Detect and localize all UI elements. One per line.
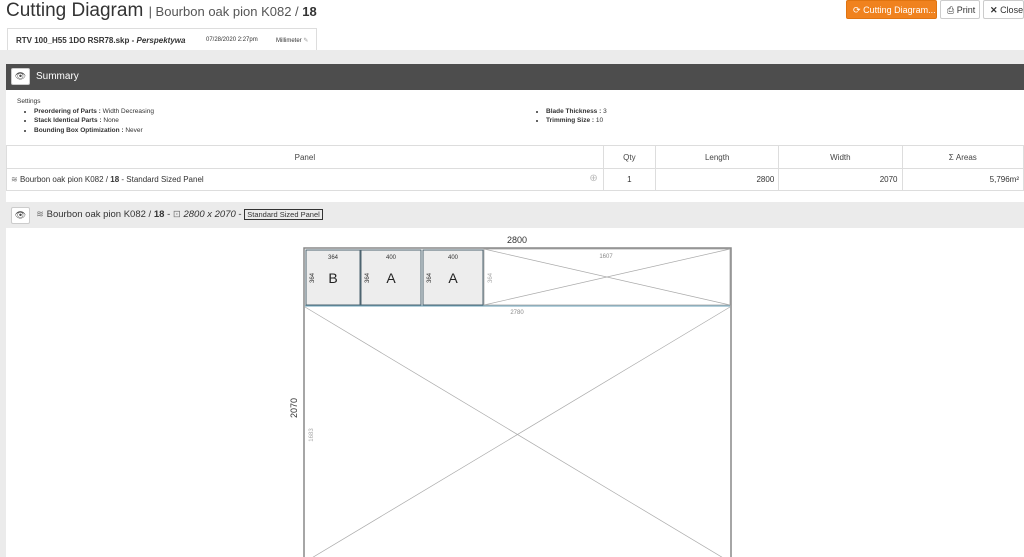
layers-icon: ≋: [11, 175, 18, 184]
col-areas: Σ Areas: [901, 145, 1024, 169]
cutting-diagram-svg: 2800 2070 1607 364 2780 1683 364 364 B 4…: [289, 235, 732, 557]
title-thickness: 18: [302, 4, 317, 19]
close-button[interactable]: ✕ Close: [983, 0, 1024, 19]
part-width: 364: [310, 272, 316, 283]
settings-title: Settings: [17, 98, 41, 105]
part-length: 364: [328, 255, 339, 261]
toggle-summary-button[interactable]: 👁: [11, 68, 30, 85]
title-material-text: | Bourbon oak pion K082 /: [148, 4, 299, 19]
setting-item: Blade Thickness : 3: [546, 107, 607, 116]
row-thickness: 18: [110, 175, 120, 184]
diagram-thickness: 18: [153, 209, 165, 220]
print-icon: ⎙: [947, 5, 955, 15]
setting-label: Preordering of Parts :: [34, 108, 101, 115]
table-row[interactable]: ≋ Bourbon oak pion K082 / 18 - Standard …: [6, 168, 1024, 191]
row-suffix: - Standard Sized Panel: [121, 175, 204, 184]
panel-length-label: 2800: [507, 235, 527, 245]
refresh-icon: ⟳: [853, 5, 861, 15]
tab-model[interactable]: RTV 100_H55 1DO RSR78.skp - Perspektywa …: [7, 28, 317, 51]
cell-qty: 1: [602, 168, 657, 191]
tab-filename: RTV 100_H55 1DO RSR78.skp - Perspektywa: [16, 36, 185, 45]
setting-item: Bounding Box Optimization : Never: [34, 126, 154, 135]
part-label: B: [328, 270, 337, 286]
setting-value: Never: [125, 126, 143, 134]
tab-scene: Perspektywa: [136, 36, 186, 45]
toggle-diagram-button[interactable]: 👁: [11, 207, 30, 224]
tab-unit-text: Millimeter: [276, 38, 302, 44]
plus-circle-icon[interactable]: ⊕: [589, 173, 597, 184]
summary-title: Summary: [36, 71, 79, 82]
part-label: A: [448, 270, 458, 286]
col-width: Width: [778, 145, 903, 169]
diagram-area: 2800 2070 1607 364 2780 1683 364 364 B 4…: [6, 228, 1024, 557]
offcut-top-length: 1607: [599, 254, 613, 260]
diagram-separator: -: [238, 209, 242, 220]
close-icon: ✕: [990, 5, 998, 15]
diagram-header: 👁 ≋ Bourbon oak pion K082 / 18 - ⊡ 2800 …: [6, 203, 1024, 228]
part-b[interactable]: 364 364 B: [305, 249, 361, 306]
part-a[interactable]: 400 364 A: [360, 249, 422, 306]
setting-item: Preordering of Parts : Width Decreasing: [34, 107, 154, 116]
tab-date: 07/28/2020 2:27pm: [206, 37, 258, 43]
col-panel: Panel: [6, 145, 604, 169]
panel-size-icon: ⊡: [172, 209, 181, 220]
setting-value: 10: [595, 117, 604, 125]
col-length: Length: [655, 145, 780, 169]
strip-length-label: 2780: [510, 310, 524, 316]
diagram-material: Bourbon oak pion K082 /: [46, 209, 152, 220]
setting-label: Trimming Size :: [546, 117, 595, 125]
part-width: 364: [365, 272, 371, 283]
part-length: 400: [386, 255, 397, 261]
setting-value: 3: [603, 108, 607, 115]
tab-strip: RTV 100_H55 1DO RSR78.skp - Perspektywa …: [0, 28, 1024, 51]
offcut-big-width: 1683: [309, 428, 315, 442]
table-header-row: Panel Qty Length Width Σ Areas: [6, 145, 1024, 169]
setting-item: Trimming Size : 10: [546, 116, 607, 125]
setting-label: Bounding Box Optimization :: [34, 126, 124, 134]
setting-label: Blade Thickness :: [546, 108, 602, 115]
eye-slash-icon: 👁: [14, 210, 27, 220]
cell-length: 2800: [655, 168, 780, 191]
summary-table: Panel Qty Length Width Σ Areas ≋ Bourbon…: [6, 145, 1024, 191]
page-title: Cutting Diagram | Bourbon oak pion K082 …: [6, 0, 317, 22]
top-bar: Cutting Diagram | Bourbon oak pion K082 …: [0, 0, 1024, 22]
title-text: Cutting Diagram: [6, 0, 144, 21]
eye-slash-icon: 👁: [14, 71, 27, 81]
offcut-top-width: 364: [488, 272, 494, 283]
part-a[interactable]: 400 364 A: [422, 249, 484, 306]
cell-width: 2070: [778, 168, 903, 191]
setting-value: None: [103, 117, 119, 125]
row-material: Bourbon oak pion K082 /: [19, 175, 109, 184]
part-width: 364: [427, 272, 433, 283]
diagram-size: 2800 x 2070: [183, 209, 236, 220]
col-qty: Qty: [602, 145, 657, 169]
diagram-separator: -: [167, 209, 171, 220]
settings-right-list: Blade Thickness : 3 Trimming Size : 10: [528, 107, 607, 126]
summary-header: 👁 Summary: [6, 64, 1024, 90]
diagram-title: ≋ Bourbon oak pion K082 / 18 - ⊡ 2800 x …: [36, 209, 323, 220]
cutting-diagram-button[interactable]: ⟳ Cutting Diagram...: [846, 0, 937, 19]
setting-value: Width Decreasing: [102, 108, 154, 115]
print-label: Print: [956, 5, 976, 15]
summary-body: Settings Preordering of Parts : Width De…: [6, 90, 1024, 202]
part-label: A: [386, 270, 396, 286]
standard-panel-badge: Standard Sized Panel: [244, 209, 323, 220]
tab-unit: Millimeter ✎: [276, 37, 308, 44]
tab-filename-text: RTV 100_H55 1DO RSR78.skp -: [16, 36, 135, 45]
layers-icon: ≋: [36, 209, 44, 220]
title-material: | Bourbon oak pion K082 / 18: [149, 4, 317, 19]
panel-width-label: 2070: [289, 398, 299, 418]
cell-area: 5,796m²: [901, 168, 1024, 191]
setting-item: Stack Identical Parts : None: [34, 116, 154, 125]
cutting-diagram-label: Cutting Diagram...: [863, 5, 936, 15]
close-label: Close: [1000, 5, 1024, 15]
print-button[interactable]: ⎙ Print: [940, 0, 980, 19]
cell-panel: ≋ Bourbon oak pion K082 / 18 - Standard …: [6, 168, 604, 191]
part-length: 400: [448, 255, 459, 261]
setting-label: Stack Identical Parts :: [34, 117, 102, 125]
pencil-icon[interactable]: ✎: [303, 38, 308, 44]
settings-left-list: Preordering of Parts : Width Decreasing …: [16, 107, 154, 135]
